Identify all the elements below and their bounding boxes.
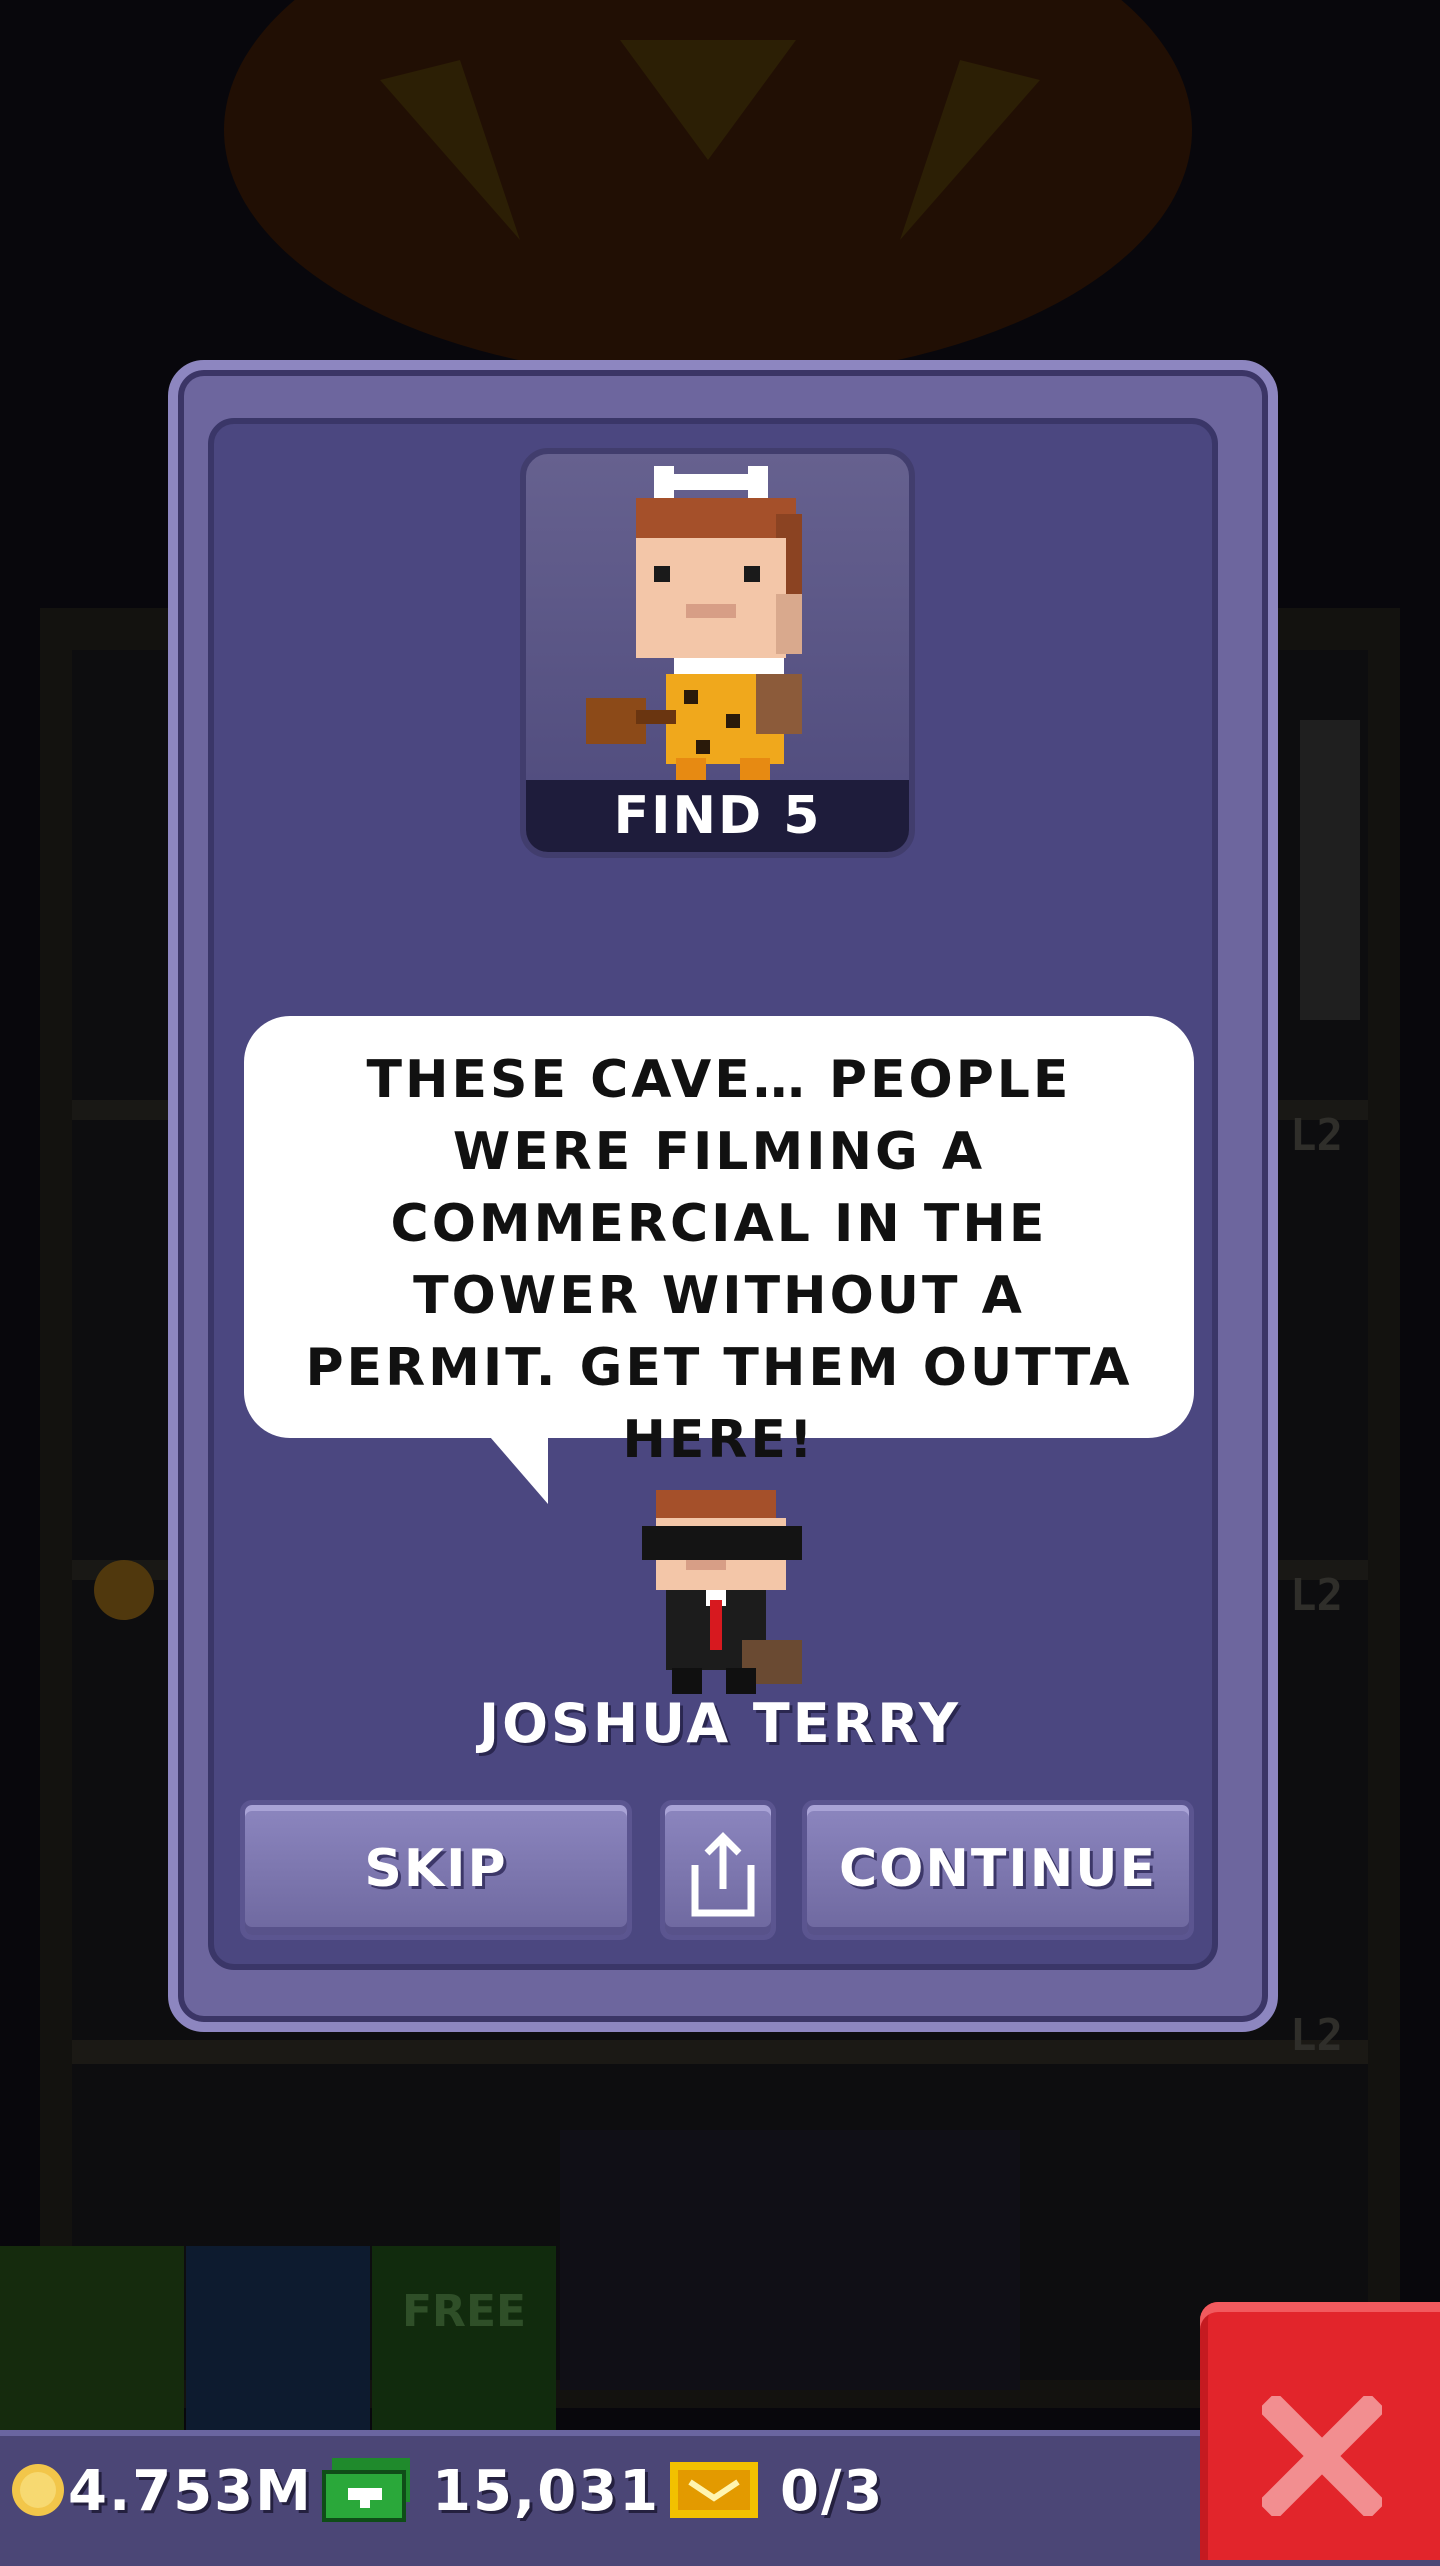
bux-value: 15,031 [432,2459,661,2524]
bux-icon [322,2458,410,2522]
tickets-value: 0/3 [780,2459,885,2524]
ticket-icon [670,2462,758,2518]
continue-button[interactable]: CONTINUE [802,1800,1194,1940]
close-button[interactable] [1200,2302,1440,2560]
mission-target-portrait: FIND 5 [520,448,915,858]
share-button[interactable] [660,1800,776,1940]
mission-message: THESE CAVE… PEOPLE WERE FILMING A COMMER… [305,1050,1133,1470]
coins-value: 4.753M [68,2459,313,2524]
speech-bubble: THESE CAVE… PEOPLE WERE FILMING A COMMER… [244,1016,1194,1470]
caveman-sprite [586,466,802,780]
coin-icon [12,2464,64,2516]
close-icon [1262,2396,1382,2516]
npc-sprite [642,1490,802,1694]
npc-name: JOSHUA TERRY [479,1692,961,1755]
speech-bubble-tail [484,1430,548,1504]
skip-button[interactable]: SKIP [240,1800,632,1940]
mission-label: FIND 5 [526,780,909,852]
share-icon [691,1832,755,1917]
